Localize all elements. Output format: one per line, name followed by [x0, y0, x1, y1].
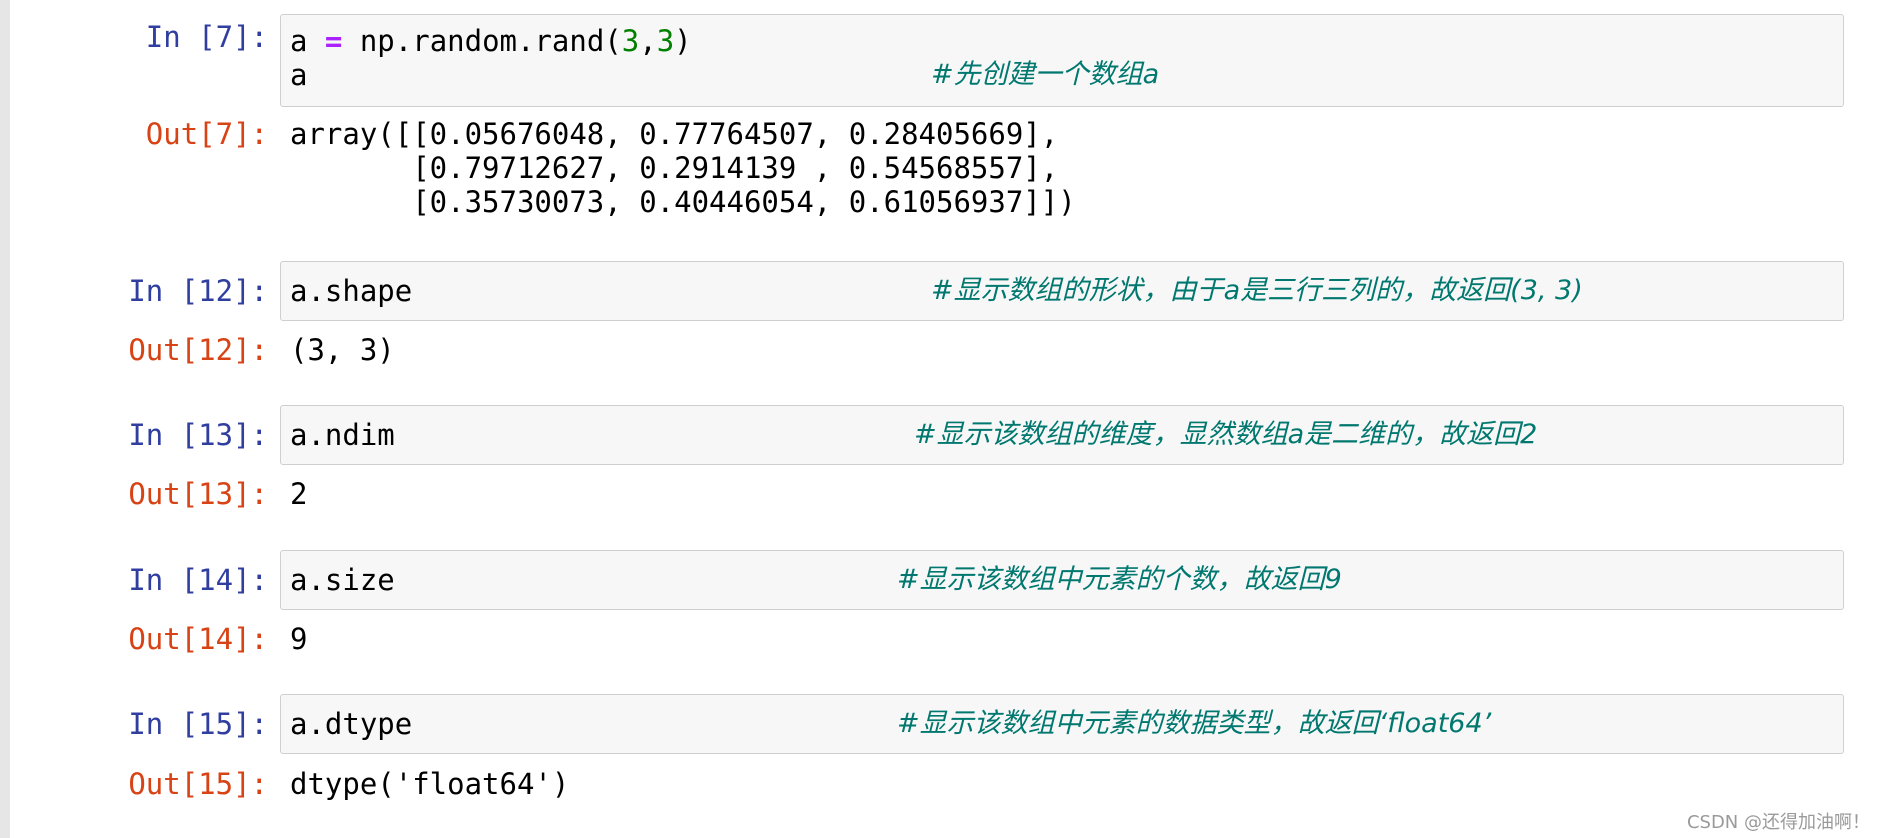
code-input-cell[interactable]: a.shape #显示数组的形状，由于a是三行三列的，故返回(3, 3) [280, 261, 1844, 321]
in-prompt: In [14]: [128, 563, 268, 597]
code-line-2: a [290, 58, 308, 92]
out-prompt: Out[12]: [128, 333, 268, 367]
code-line-1: a = np.random.rand(3,3) [290, 24, 692, 58]
code-comment: #显示该数组的维度，显然数组a是二维的，故返回2 [914, 419, 1538, 450]
cell-output: (3, 3) [290, 333, 395, 367]
cell-output-line-3: [0.35730073, 0.40446054, 0.61056937]]) [290, 185, 1076, 219]
code-comment: #显示数组的形状，由于a是三行三列的，故返回(3, 3) [931, 275, 1583, 306]
cell-output-line-1: array([[0.05676048, 0.77764507, 0.284056… [290, 117, 1059, 151]
code-comment: #显示该数组中元素的个数，故返回9 [897, 564, 1342, 595]
cell-output: dtype('float64') [290, 767, 570, 801]
in-prompt: In [13]: [128, 418, 268, 452]
code-line: a.shape [290, 274, 413, 308]
out-prompt: Out[14]: [128, 622, 268, 656]
out-prompt: Out[15]: [128, 767, 268, 801]
watermark: CSDN @还得加油啊！ [1686, 812, 1870, 833]
code-line: a.size [290, 563, 395, 597]
in-prompt: In [12]: [128, 274, 268, 308]
out-prompt: Out[7]: [145, 117, 268, 151]
cell-output-line-2: [0.79712627, 0.2914139 , 0.54568557], [290, 151, 1059, 185]
cell-output: 2 [290, 477, 308, 511]
in-prompt: In [7]: [145, 20, 268, 54]
cell-output: 9 [290, 622, 308, 656]
code-line: a.dtype [290, 707, 413, 741]
code-line: a.ndim [290, 418, 395, 452]
code-input-cell[interactable]: a.size #显示该数组中元素的个数，故返回9 [280, 550, 1844, 610]
code-input-cell[interactable]: a.dtype #显示该数组中元素的数据类型，故返回‘float64’ [280, 694, 1844, 754]
code-comment: #显示该数组中元素的数据类型，故返回‘float64’ [897, 708, 1492, 739]
in-prompt: In [15]: [128, 707, 268, 741]
code-comment: #先创建一个数组a [931, 59, 1160, 90]
code-input-cell[interactable]: a.ndim #显示该数组的维度，显然数组a是二维的，故返回2 [280, 405, 1844, 465]
out-prompt: Out[13]: [128, 477, 268, 511]
code-input-cell[interactable]: a = np.random.rand(3,3) a #先创建一个数组a [280, 14, 1844, 107]
